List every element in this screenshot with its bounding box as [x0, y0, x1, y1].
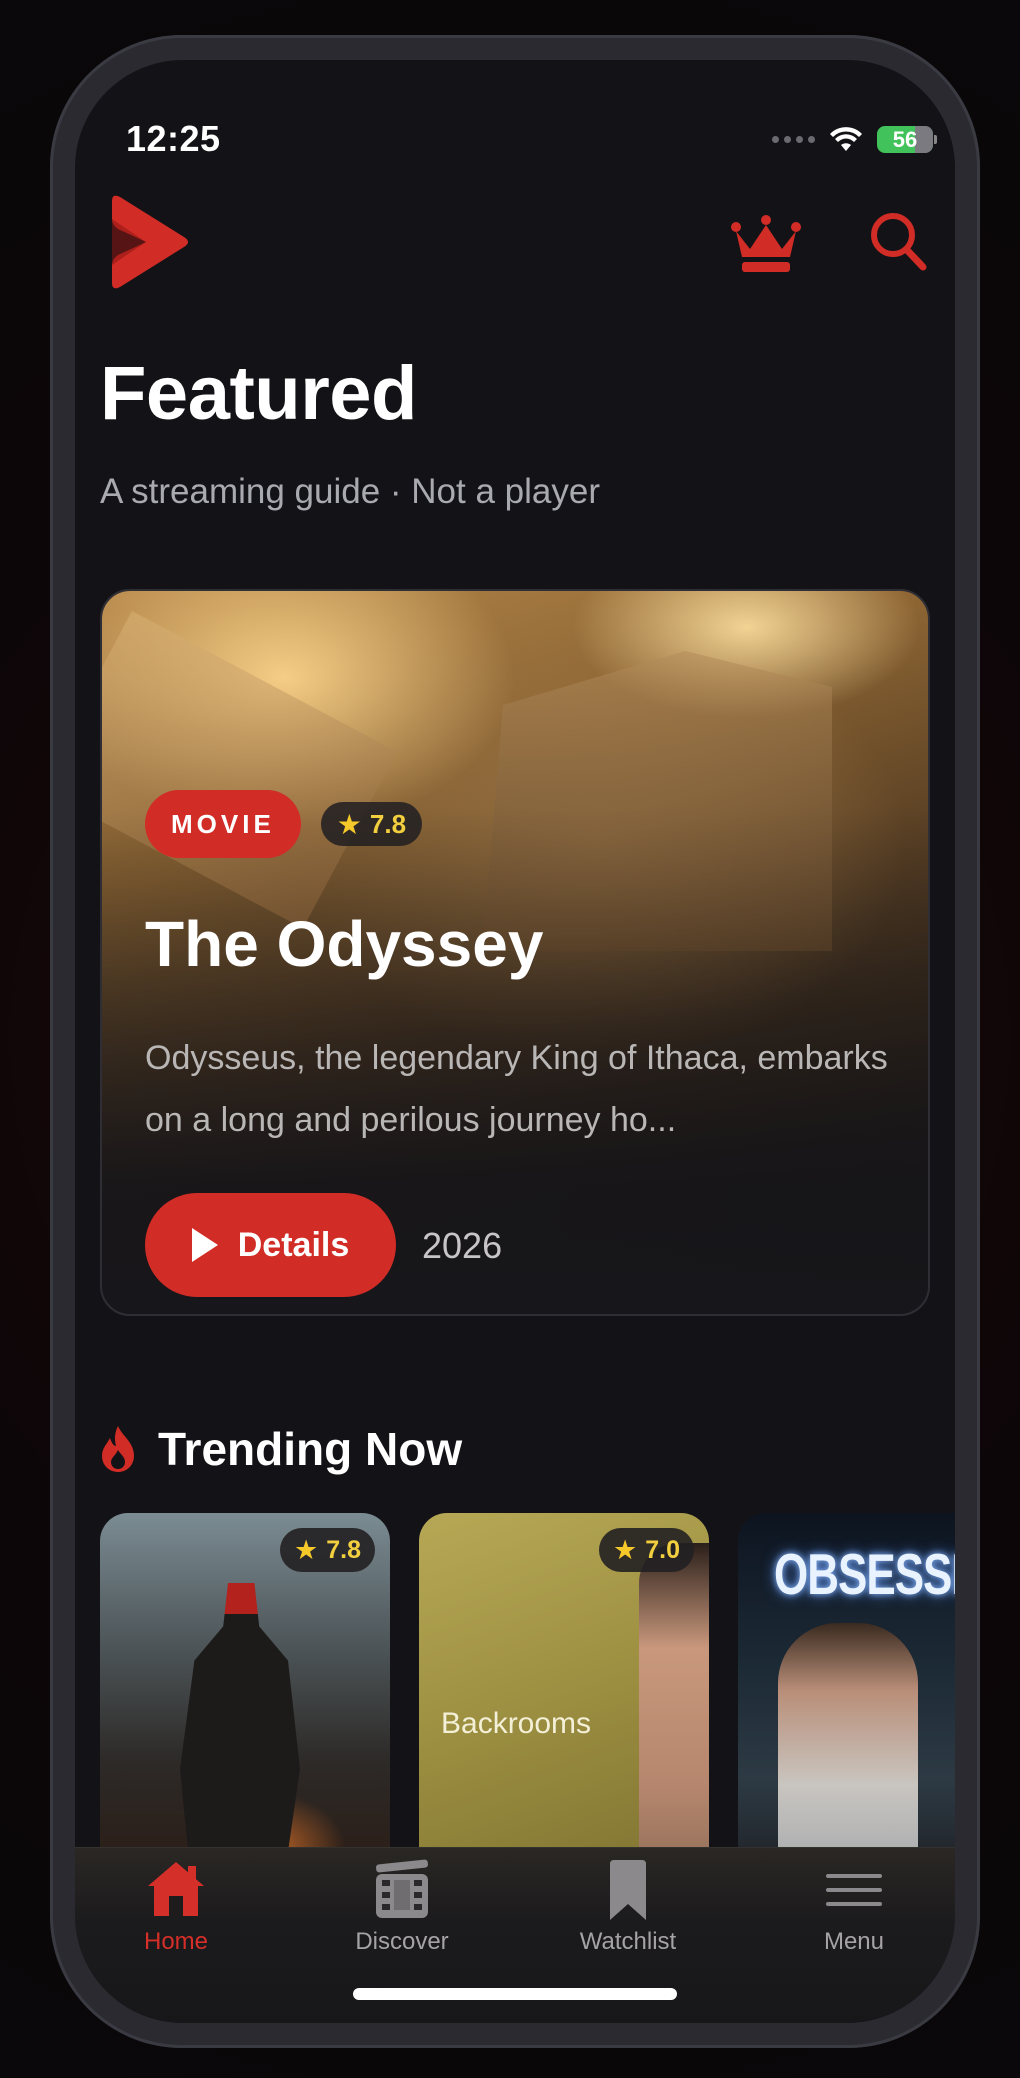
- type-badge: MOVIE: [145, 790, 301, 858]
- trending-poster-1[interactable]: ★ 7.8: [100, 1513, 390, 1893]
- trending-poster-3[interactable]: OBSESSIO ★: [738, 1513, 955, 1893]
- battery-icon: 56: [877, 126, 937, 153]
- tab-menu[interactable]: Menu: [754, 1858, 954, 1958]
- wifi-icon: [830, 126, 862, 151]
- status-indicators: 56: [772, 126, 937, 153]
- page-subtitle: A streaming guide · Not a player: [100, 472, 600, 511]
- tab-label: Discover: [355, 1928, 449, 1955]
- details-button-label: Details: [237, 1225, 350, 1264]
- hero-year: 2026: [422, 1225, 503, 1266]
- battery-level: 56: [892, 126, 918, 152]
- rating-value: 7.8: [369, 808, 407, 839]
- hero-badges: MOVIE ★ 7.8: [145, 790, 423, 858]
- app-screen: 12:25 56 Featured A streaming guide · No…: [75, 60, 955, 2023]
- poster-artwork: [639, 1543, 709, 1893]
- details-button[interactable]: Details: [145, 1193, 396, 1297]
- tab-watchlist[interactable]: Watchlist: [528, 1858, 728, 1958]
- home-indicator[interactable]: [353, 1988, 677, 2000]
- play-icon: [191, 1228, 218, 1262]
- phone-frame: 12:25 56 Featured A streaming guide · No…: [50, 35, 980, 2048]
- signal-icon: [772, 136, 815, 143]
- star-icon: ★: [294, 1534, 319, 1565]
- hero-artwork: [102, 611, 397, 929]
- poster-title-text: Backrooms: [441, 1707, 592, 1740]
- film-icon: [376, 1859, 428, 1918]
- trending-title: Trending Now: [158, 1423, 463, 1475]
- poster-title-text: OBSESSIO: [774, 1543, 955, 1608]
- rating-badge: ★ 7.8: [320, 802, 423, 846]
- poster-rating: ★ 7.0: [599, 1528, 694, 1572]
- tab-label: Home: [143, 1928, 209, 1955]
- page-title: Featured: [100, 351, 417, 436]
- hero-description: Odysseus, the legendary King of Ithaca, …: [145, 1039, 888, 1139]
- menu-icon: [826, 1874, 882, 1906]
- status-time: 12:25: [126, 118, 221, 159]
- tab-discover[interactable]: Discover: [302, 1858, 502, 1958]
- featured-hero-card[interactable]: MOVIE ★ 7.8 The Odyssey Odysseus, the le…: [100, 589, 930, 1316]
- trending-poster-2[interactable]: Backrooms ★ 7.0: [419, 1513, 709, 1893]
- premium-crown-icon[interactable]: [730, 215, 802, 275]
- fire-icon: [102, 1426, 134, 1472]
- hero-artwork-tower: [482, 651, 832, 951]
- star-icon: ★: [336, 808, 362, 840]
- poster-rating: ★ 7.8: [280, 1528, 375, 1572]
- bookmark-icon: [610, 1860, 646, 1920]
- poster-rating-value: 7.0: [645, 1535, 680, 1564]
- search-icon[interactable]: [868, 210, 928, 272]
- poster-rating-value: 7.8: [326, 1535, 361, 1564]
- hero-title: The Odyssey: [145, 908, 544, 980]
- app-logo-icon: [112, 195, 188, 289]
- trending-header: Trending Now: [100, 1422, 462, 1476]
- tab-home[interactable]: Home: [76, 1858, 276, 1958]
- tab-label: Watchlist: [579, 1928, 677, 1955]
- home-icon: [148, 1862, 204, 1916]
- star-icon: ★: [613, 1534, 638, 1565]
- tab-label: Menu: [823, 1928, 885, 1955]
